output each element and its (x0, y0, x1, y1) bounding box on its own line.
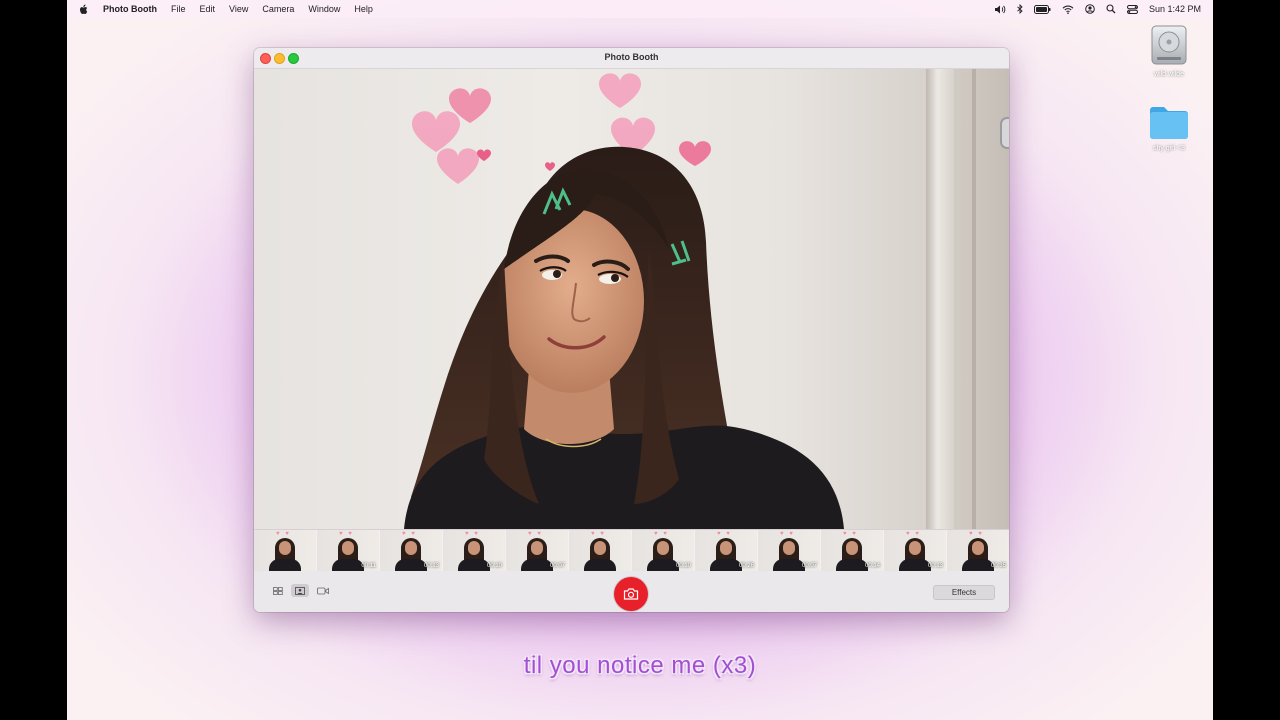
thumb-body (521, 559, 553, 571)
effects-button[interactable]: Effects (933, 585, 995, 600)
filmstrip-thumbnail[interactable]: ♥ ♥ (254, 530, 316, 571)
thumb-face (468, 541, 480, 555)
thumbnail-duration: 00:07 (801, 563, 817, 569)
heart-icon: ♥ ♥ (717, 531, 732, 537)
heart-icon: ♥ ♥ (906, 531, 921, 537)
heart-icon: ♥ ♥ (969, 531, 984, 537)
filmstrip-thumbnail[interactable]: ♥ ♥ 00:35 (947, 530, 1009, 571)
thumb-face (405, 541, 417, 555)
thumb-body (332, 559, 364, 571)
thumb-body (395, 559, 427, 571)
folder-icon (1150, 107, 1188, 139)
filmstrip-thumbnail[interactable]: ♥ ♥ 00:14 (821, 530, 883, 571)
take-photo-button[interactable] (614, 577, 648, 611)
desktop-item-label: shy girl <3 (1152, 145, 1186, 152)
thumb-body (584, 559, 616, 571)
heart-icon: ♥ ♥ (654, 531, 669, 537)
thumb-face (783, 541, 795, 555)
thumbnail-duration: 00:13 (423, 563, 439, 569)
heart-icon: ♥ ♥ (276, 531, 291, 537)
filmstrip-thumbnail[interactable]: ♥ ♥ 00:13 (380, 530, 442, 571)
heart-icon: ♥ ♥ (339, 531, 354, 537)
menu-help[interactable]: Help (354, 4, 373, 14)
window-titlebar[interactable]: Photo Booth (254, 48, 1009, 69)
thumb-face (846, 541, 858, 555)
spotlight-icon[interactable] (1106, 4, 1116, 14)
window-title: Photo Booth (604, 52, 659, 62)
menu-camera[interactable]: Camera (262, 4, 294, 14)
thumb-face (720, 541, 732, 555)
heart-icon: ♥ ♥ (591, 531, 606, 537)
thumbnail-duration: 00:14 (864, 563, 880, 569)
thumb-body (962, 559, 994, 571)
camera-subject (404, 73, 844, 529)
thumbnail-duration: 00:13 (927, 563, 943, 569)
menu-edit[interactable]: Edit (200, 4, 216, 14)
heart-icon: ♥ ♥ (402, 531, 417, 537)
filmstrip-thumbnail[interactable]: ♥ ♥ 00:13 (884, 530, 946, 571)
video-icon[interactable] (314, 584, 332, 597)
thumb-face (342, 541, 354, 555)
thumbnail-duration: 00:10 (486, 563, 502, 569)
bluetooth-icon[interactable] (1017, 4, 1023, 14)
thumbnail-duration: 00:35 (990, 563, 1006, 569)
menu-view[interactable]: View (229, 4, 248, 14)
thumb-body (710, 559, 742, 571)
thumb-body (269, 559, 301, 571)
menu-app-name[interactable]: Photo Booth (103, 4, 157, 14)
thumb-body (458, 559, 490, 571)
desktop-item-folder[interactable]: shy girl <3 (1139, 104, 1199, 152)
thumb-body (899, 559, 931, 571)
filmstrip-thumbnail[interactable]: ♥ ♥ 00:26 (695, 530, 757, 571)
grid-view-icon[interactable] (269, 584, 287, 597)
menu-bar: Photo Booth File Edit View Camera Window… (67, 0, 1213, 18)
heart-icon: ♥ ♥ (780, 531, 795, 537)
thumb-body (836, 559, 868, 571)
thumb-body (647, 559, 679, 571)
wifi-icon[interactable] (1062, 5, 1074, 14)
menu-clock[interactable]: Sun 1:42 PM (1149, 4, 1201, 14)
desktop-item-label: wild wilde (1154, 71, 1184, 78)
desktop: Photo Booth File Edit View Camera Window… (67, 0, 1213, 720)
heart-icon: ♥ ♥ (843, 531, 858, 537)
heart-icon: ♥ ♥ (528, 531, 543, 537)
single-photo-icon[interactable] (291, 584, 309, 597)
window-toolbar: Effects (254, 571, 1009, 612)
photo-booth-window: Photo Booth ♥ ♥ ♥ ♥ 00:11 ♥ ♥ 00:13 ♥ ♥ … (254, 48, 1009, 612)
thumb-face (531, 541, 543, 555)
thumb-body (773, 559, 805, 571)
control-center-icon[interactable] (1126, 4, 1138, 14)
volume-icon[interactable] (994, 5, 1006, 14)
thumbnail-duration: 00:07 (549, 563, 565, 569)
thumb-face (279, 541, 291, 555)
thumb-face (909, 541, 921, 555)
thumbnail-duration: 00:26 (738, 563, 754, 569)
camera-preview (254, 69, 1009, 529)
photo-filmstrip: ♥ ♥ ♥ ♥ 00:11 ♥ ♥ 00:13 ♥ ♥ 00:10 ♥ ♥ 00:07 … (254, 529, 1009, 572)
filmstrip-thumbnail[interactable]: ♥ ♥ 00:11 (317, 530, 379, 571)
thumbnail-duration: 00:11 (361, 563, 376, 569)
filmstrip-thumbnail[interactable]: ♥ ♥ 00:07 (506, 530, 568, 571)
menu-file[interactable]: File (171, 4, 186, 14)
thumbnail-duration: 00:10 (675, 563, 691, 569)
hard-drive-icon (1151, 25, 1187, 65)
menu-window[interactable]: Window (308, 4, 340, 14)
thumb-face (594, 541, 606, 555)
thumb-face (972, 541, 984, 555)
thumb-face (657, 541, 669, 555)
filmstrip-thumbnail[interactable]: ♥ ♥ (569, 530, 631, 571)
camera-icon (623, 588, 639, 600)
battery-icon[interactable] (1033, 4, 1051, 14)
lyric-caption: til you notice me (x3) (523, 652, 757, 679)
user-icon[interactable] (1085, 4, 1095, 14)
filmstrip-thumbnail[interactable]: ♥ ♥ 00:10 (443, 530, 505, 571)
filmstrip-thumbnail[interactable]: ♥ ♥ 00:10 (632, 530, 694, 571)
filmstrip-thumbnail[interactable]: ♥ ♥ 00:07 (758, 530, 820, 571)
heart-icon: ♥ ♥ (465, 531, 480, 537)
desktop-item-drive[interactable]: wild wilde (1139, 24, 1199, 78)
apple-icon[interactable] (79, 4, 93, 15)
